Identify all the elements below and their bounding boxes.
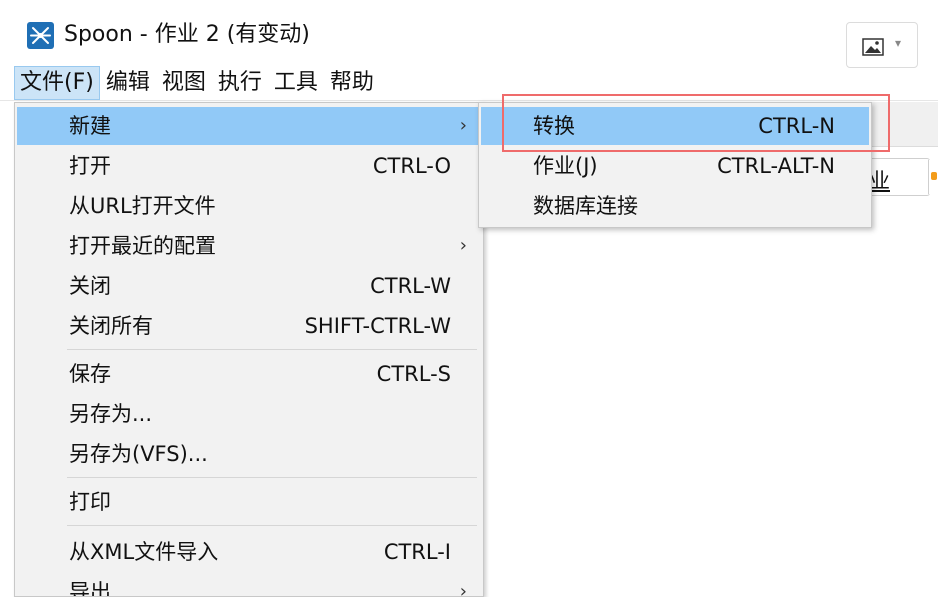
menu-item-label: 新建	[69, 114, 111, 138]
menu-separator	[67, 525, 477, 526]
menu-item-label: 导出	[69, 580, 111, 597]
file-menu: 新建 › 打开 CTRL-O 从URL打开文件 打开最近的配置 › 关闭 CTR…	[14, 102, 484, 597]
image-icon	[862, 38, 884, 56]
chevron-right-icon: ›	[459, 581, 467, 597]
menu-bar: 文件(F) 编辑 视图 执行 工具 帮助	[14, 66, 380, 100]
menu-item-label: 另存为(VFS)...	[69, 442, 208, 466]
menu-item-label: 打开	[69, 154, 111, 178]
menu-item-save-as[interactable]: 另存为...	[17, 395, 481, 433]
menu-item-shortcut: CTRL-N	[758, 114, 835, 138]
menu-item-label: 打开最近的配置	[69, 234, 216, 258]
menu-item-label: 转换	[533, 114, 575, 138]
tab-next[interactable]	[928, 160, 938, 194]
title-bar: Spoon - 作业 2 (有变动) ▾	[0, 0, 938, 68]
menu-help[interactable]: 帮助	[324, 66, 380, 100]
menu-item-close-all[interactable]: 关闭所有 SHIFT-CTRL-W	[17, 307, 481, 345]
menu-item-shortcut: CTRL-ALT-N	[717, 154, 835, 178]
menu-edit[interactable]: 编辑	[100, 66, 156, 100]
menu-item-shortcut: CTRL-S	[376, 362, 451, 386]
perspective-button[interactable]: ▾	[846, 22, 918, 68]
menu-item-label: 另存为...	[69, 402, 153, 426]
menu-item-shortcut: CTRL-I	[383, 540, 451, 564]
menu-item-print[interactable]: 打印	[17, 483, 481, 521]
menu-item-import-xml[interactable]: 从XML文件导入 CTRL-I	[17, 533, 481, 571]
chevron-right-icon: ›	[459, 115, 467, 136]
menu-tools[interactable]: 工具	[268, 66, 324, 100]
menu-item-save-as-vfs[interactable]: 另存为(VFS)...	[17, 435, 481, 473]
menu-item-label: 关闭	[69, 274, 111, 298]
menu-item-open[interactable]: 打开 CTRL-O	[17, 147, 481, 185]
divider	[0, 100, 938, 101]
menu-item-recent[interactable]: 打开最近的配置 ›	[17, 227, 481, 265]
menu-separator	[67, 349, 477, 350]
submenu-item-db-connection[interactable]: 数据库连接	[481, 187, 869, 225]
menu-item-label: 从XML文件导入	[69, 540, 219, 564]
menu-view[interactable]: 视图	[156, 66, 212, 100]
chevron-down-icon: ▾	[895, 36, 902, 50]
menu-item-label: 数据库连接	[533, 194, 638, 218]
menu-file[interactable]: 文件(F)	[14, 66, 100, 100]
menu-item-export[interactable]: 导出 ›	[17, 573, 481, 597]
menu-item-label: 作业(J)	[533, 154, 598, 178]
chevron-right-icon: ›	[459, 235, 467, 256]
menu-item-save[interactable]: 保存 CTRL-S	[17, 355, 481, 393]
submenu-item-transformation[interactable]: 转换 CTRL-N	[481, 107, 869, 145]
tab-label: 业	[869, 169, 890, 193]
menu-item-open-url[interactable]: 从URL打开文件	[17, 187, 481, 225]
menu-item-label: 打印	[69, 490, 111, 514]
job-icon	[931, 172, 937, 180]
menu-run[interactable]: 执行	[212, 66, 268, 100]
menu-item-shortcut: CTRL-O	[372, 154, 451, 178]
new-submenu: 转换 CTRL-N 作业(J) CTRL-ALT-N 数据库连接	[478, 102, 872, 228]
menu-item-close[interactable]: 关闭 CTRL-W	[17, 267, 481, 305]
window-title: Spoon - 作业 2 (有变动)	[64, 22, 310, 47]
menu-item-shortcut: SHIFT-CTRL-W	[304, 314, 451, 338]
menu-item-shortcut: CTRL-W	[370, 274, 451, 298]
spoon-logo-icon	[27, 22, 54, 49]
submenu-item-job[interactable]: 作业(J) CTRL-ALT-N	[481, 147, 869, 185]
menu-item-new[interactable]: 新建 ›	[17, 107, 481, 145]
menu-item-label: 关闭所有	[69, 314, 153, 338]
menu-item-label: 保存	[69, 362, 111, 386]
menu-separator	[67, 477, 477, 478]
menu-item-label: 从URL打开文件	[69, 194, 216, 218]
